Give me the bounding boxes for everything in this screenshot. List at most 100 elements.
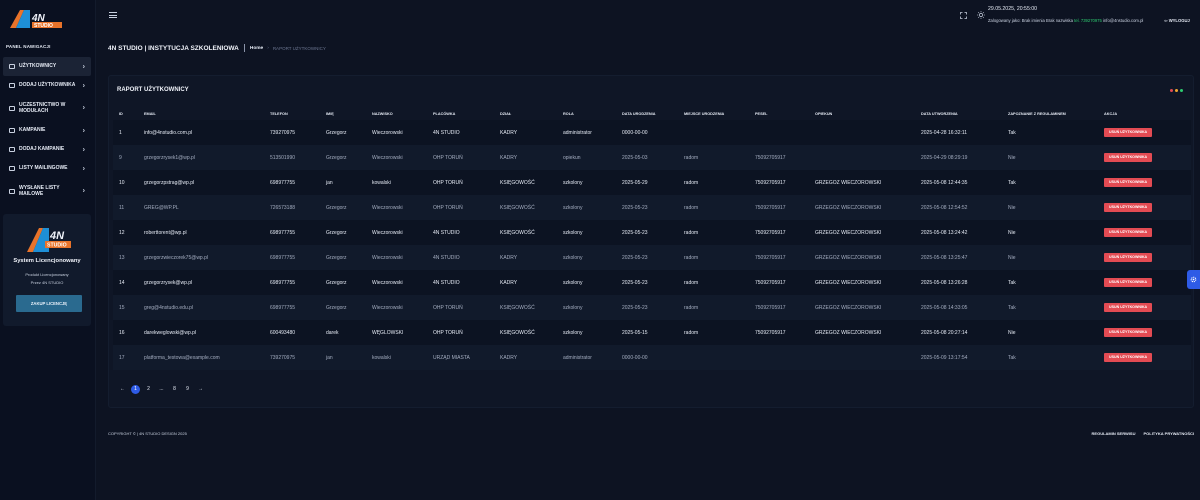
column-header: DZIAŁ	[500, 112, 512, 116]
buy-license-button[interactable]: ZAKUP LICENCJĘ	[16, 295, 82, 312]
table-cell	[809, 345, 915, 370]
table-cell: 2025-05-08 13:25:47	[915, 245, 1002, 270]
monitor-icon	[9, 166, 15, 171]
table-cell	[678, 345, 749, 370]
table-cell: 739270975	[264, 120, 320, 145]
breadcrumb-home-link[interactable]: Home	[250, 46, 263, 51]
table-cell: OHP TORUŃ	[427, 295, 494, 320]
logged-user-info: Zalogowany jako: Brak imienia Brak nazwi…	[988, 18, 1143, 23]
delete-user-button[interactable]: USUŃ UŻYTKOWNIKA	[1104, 228, 1153, 237]
chevron-right-icon: ›	[82, 187, 85, 195]
logout-label: WYLOGUJ	[1168, 18, 1190, 23]
fullscreen-icon[interactable]	[960, 12, 967, 19]
table-row: 12 roberttorent@wp.pl 698977755 Grzegorz Wie…	[113, 220, 1191, 245]
delete-user-button[interactable]: USUŃ UŻYTKOWNIKA	[1104, 128, 1153, 137]
brand-logo[interactable]: 4N STUDIO	[8, 8, 64, 30]
table-cell: greg@4nstudio.edu.pl	[138, 295, 264, 320]
action-cell: USUŃ UŻYTKOWNIKA	[1098, 170, 1191, 195]
pagination-page-9[interactable]: 9	[183, 385, 192, 394]
sidebar-item-module-participation[interactable]: UCZESTNICTWO W MODUŁACH ›	[3, 95, 91, 121]
sidebar-item-sent-mail-lists[interactable]: WYSŁANE LISTY MAILOWE ›	[3, 178, 91, 204]
settings-button[interactable]	[1187, 270, 1200, 289]
sidebar-item-add-user[interactable]: DODAJ UŻYTKOWNIKA ›	[3, 76, 91, 95]
table-cell: darekweglowski@wp.pl	[138, 320, 264, 345]
pagination-next[interactable]: →	[196, 385, 205, 394]
pagination-prev[interactable]: ←	[118, 385, 127, 394]
table-cell	[809, 120, 915, 145]
table-cell: radom	[678, 195, 749, 220]
pagination-page-1[interactable]: 1	[131, 385, 140, 394]
column-header: PESEL	[755, 112, 768, 116]
table-cell: szkolony	[557, 220, 616, 245]
delete-user-button[interactable]: USUŃ UŻYTKOWNIKA	[1104, 303, 1153, 312]
terms-link[interactable]: REGULAMIN SERWISU	[1092, 431, 1136, 436]
table-cell: 4N STUDIO	[427, 120, 494, 145]
table-cell: grzegorzpstrag@wp.pl	[138, 170, 264, 195]
table-cell: GRZEGOZ WIECZOROWSKI	[809, 170, 915, 195]
table-cell: 75092705917	[749, 270, 809, 295]
sidebar-item-mailing-lists[interactable]: LISTY MAILINGOWE ›	[3, 159, 91, 178]
monitor-icon	[9, 188, 15, 194]
pagination-page-8[interactable]: 8	[170, 385, 179, 394]
menu-toggle-icon[interactable]	[109, 12, 117, 18]
svg-text:4N: 4N	[49, 230, 65, 242]
table-cell: 698977755	[264, 245, 320, 270]
table-cell: 15	[113, 295, 138, 320]
table-row: 11 GREG@WP.PL 726573188 Grzegorz Wieczorowsk…	[113, 195, 1191, 220]
table-cell: KSIĘGOWOŚĆ	[494, 170, 557, 195]
sidebar-item-campaigns[interactable]: KAMPANIE ›	[3, 121, 91, 140]
table-cell: 0000-00-00	[616, 120, 678, 145]
column-header: TELEFON	[270, 112, 288, 116]
action-cell: USUŃ UŻYTKOWNIKA	[1098, 245, 1191, 270]
table-cell: jan	[320, 345, 366, 370]
user-phone: tel. 739270975	[1074, 18, 1102, 23]
table-cell: GRZEGOZ WIECZOROWSKI	[809, 270, 915, 295]
table-cell: 2025-04-29 08:29:19	[915, 145, 1002, 170]
theme-toggle-icon[interactable]	[977, 11, 985, 19]
delete-user-button[interactable]: USUŃ UŻYTKOWNIKA	[1104, 203, 1153, 212]
table-cell: 4N STUDIO	[427, 270, 494, 295]
table-cell: kowalski	[366, 345, 427, 370]
report-card: RAPORT UŻYTKOWNICY ID EMAIL TELEFON IMIĘ NAZ…	[108, 75, 1194, 408]
delete-user-button[interactable]: USUŃ UŻYTKOWNIKA	[1104, 178, 1153, 187]
table-cell: info@4nstudio.com.pl	[138, 120, 264, 145]
promo-line-2: Przez 4N STUDIO	[30, 280, 64, 285]
chevron-right-icon: ›	[82, 127, 85, 134]
pagination-page-2[interactable]: 2	[144, 385, 153, 394]
chevron-right-icon: ›	[82, 104, 85, 112]
delete-user-button[interactable]: USUŃ UŻYTKOWNIKA	[1104, 353, 1153, 362]
table-cell: 75092705917	[749, 295, 809, 320]
table-cell: Grzegorz	[320, 270, 366, 295]
delete-user-button[interactable]: USUŃ UŻYTKOWNIKA	[1104, 278, 1153, 287]
delete-user-button[interactable]: USUŃ UŻYTKOWNIKA	[1104, 253, 1153, 262]
logout-button[interactable]: ⇦ WYLOGUJ	[1164, 18, 1190, 23]
table-cell: radom	[678, 170, 749, 195]
table-cell: Grzegorz	[320, 195, 366, 220]
sidebar-item-users[interactable]: UŻYTKOWNICY ›	[3, 57, 91, 76]
table-cell	[809, 145, 915, 170]
table-cell: Tak	[1002, 170, 1098, 195]
sidebar-item-add-campaign[interactable]: DODAJ KAMPANIE ›	[3, 140, 91, 159]
table-cell: 513501990	[264, 145, 320, 170]
table-cell: KADRY	[494, 345, 557, 370]
table-cell: Tak	[1002, 270, 1098, 295]
column-header: PLACÓWKA	[433, 112, 456, 116]
dot-red	[1170, 89, 1173, 92]
delete-user-button[interactable]: USUŃ UŻYTKOWNIKA	[1104, 153, 1153, 162]
footer-links: REGULAMIN SERWISU POLITYKA PRYWATNOŚCI	[1092, 431, 1194, 436]
table-row: 16 darekweglowski@wp.pl 600493480 darek WĘGL…	[113, 320, 1191, 345]
table-cell: KSIĘGOWOŚĆ	[494, 220, 557, 245]
nav-list: UŻYTKOWNICY › DODAJ UŻYTKOWNIKA › UCZEST…	[3, 57, 91, 204]
column-header: ID	[119, 112, 123, 116]
table-cell: Nie	[1002, 145, 1098, 170]
table-cell: 13	[113, 245, 138, 270]
table-cell: 11	[113, 195, 138, 220]
license-promo: 4N STUDIO System Licencjonowany Produkt …	[3, 214, 91, 326]
column-header: ZAPOZNANIE Z REGULAMINEM	[1008, 112, 1066, 116]
monitor-icon	[9, 105, 15, 111]
sidebar-item-label: DODAJ UŻYTKOWNIKA	[19, 82, 76, 89]
privacy-link[interactable]: POLITYKA PRYWATNOŚCI	[1143, 431, 1194, 436]
delete-user-button[interactable]: USUŃ UŻYTKOWNIKA	[1104, 328, 1153, 337]
table-cell: GREG@WP.PL	[138, 195, 264, 220]
table-cell: 2025-05-03	[616, 145, 678, 170]
